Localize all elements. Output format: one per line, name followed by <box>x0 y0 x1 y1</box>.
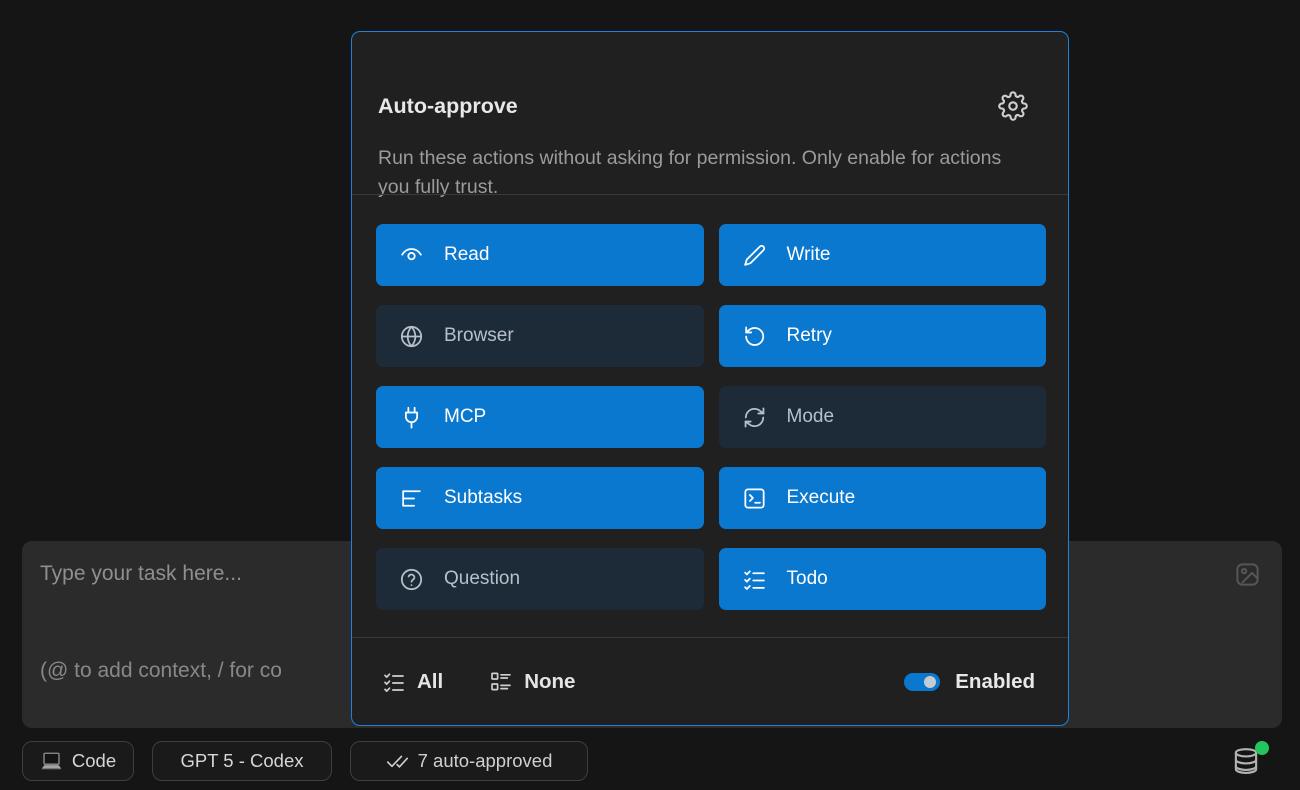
checklist-icon <box>742 567 767 592</box>
select-none-button[interactable]: None <box>489 670 575 694</box>
auto-approved-summary-label: 7 auto-approved <box>418 750 553 772</box>
action-subtasks[interactable]: Subtasks <box>376 467 704 529</box>
action-execute[interactable]: Execute <box>719 467 1047 529</box>
status-dot <box>1255 741 1269 755</box>
action-label: MCP <box>444 406 486 428</box>
header-divider <box>352 194 1068 195</box>
select-all-label: All <box>417 670 443 694</box>
action-label: Read <box>444 244 489 266</box>
action-label: Mode <box>787 406 835 428</box>
mode-selector-label: Code <box>72 750 116 772</box>
action-browser[interactable]: Browser <box>376 305 704 367</box>
terminal-icon <box>742 486 767 511</box>
task-input-hint: (@ to add context, / for co <box>40 659 282 683</box>
sync-icon <box>742 405 767 430</box>
enabled-toggle-label: Enabled <box>955 670 1035 694</box>
auto-approved-summary-button[interactable]: 7 auto-approved <box>350 741 588 781</box>
enabled-toggle-group: Enabled <box>904 670 1035 694</box>
globe-icon <box>399 324 424 349</box>
action-label: Retry <box>787 325 832 347</box>
action-label: Subtasks <box>444 487 522 509</box>
select-all-button[interactable]: All <box>382 670 443 694</box>
action-mcp[interactable]: MCP <box>376 386 704 448</box>
action-label: Question <box>444 568 520 590</box>
double-check-icon <box>386 750 409 773</box>
mode-selector-code[interactable]: Code <box>22 741 134 781</box>
checklist-icon <box>382 670 406 694</box>
dialog-footer: All None Enabled <box>352 638 1068 725</box>
action-label: Write <box>787 244 831 266</box>
action-todo[interactable]: Todo <box>719 548 1047 610</box>
pencil-icon <box>742 243 767 268</box>
action-mode[interactable]: Mode <box>719 386 1047 448</box>
list-tree-icon <box>399 486 424 511</box>
dialog-title: Auto-approve <box>378 94 518 119</box>
plug-icon <box>399 405 424 430</box>
app-background: { "colors": { "accent_blue": "#0b78d0", … <box>0 0 1300 790</box>
settings-button[interactable] <box>998 91 1028 121</box>
action-label: Execute <box>787 487 856 509</box>
action-read[interactable]: Read <box>376 224 704 286</box>
action-label: Todo <box>787 568 828 590</box>
action-write[interactable]: Write <box>719 224 1047 286</box>
action-retry[interactable]: Retry <box>719 305 1047 367</box>
model-selector[interactable]: GPT 5 - Codex <box>152 741 332 781</box>
toggle-knob <box>924 676 936 688</box>
action-grid: Read Write Browser Retry MCP Mode Subtasks Exec… <box>376 224 1046 610</box>
gear-icon <box>998 91 1028 121</box>
eye-icon <box>399 243 424 268</box>
laptop-icon <box>40 750 63 773</box>
task-input-placeholder: Type your task here... <box>40 562 242 586</box>
retry-icon <box>742 324 767 349</box>
enabled-toggle[interactable] <box>904 673 940 691</box>
select-none-label: None <box>524 670 575 694</box>
action-question[interactable]: Question <box>376 548 704 610</box>
action-label: Browser <box>444 325 514 347</box>
question-icon <box>399 567 424 592</box>
model-selector-label: GPT 5 - Codex <box>180 750 303 772</box>
auto-approve-dialog: Auto-approve Run these actions without a… <box>351 31 1069 726</box>
list-squares-icon <box>489 670 513 694</box>
attach-image-button[interactable] <box>1234 561 1261 588</box>
image-icon <box>1234 561 1261 588</box>
